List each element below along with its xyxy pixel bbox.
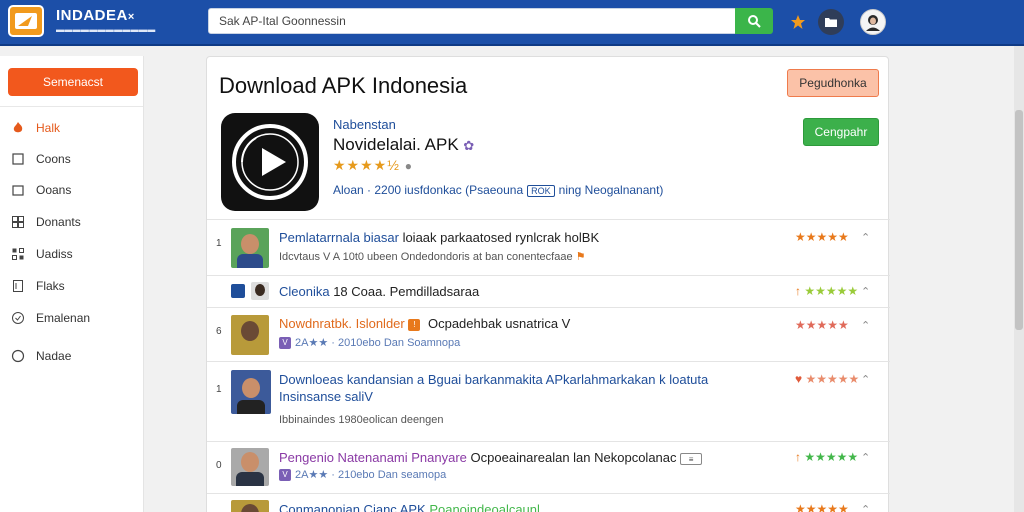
thumbnail bbox=[231, 228, 269, 268]
sidebar-item-label: Ooans bbox=[36, 183, 72, 197]
circle-icon bbox=[10, 348, 26, 364]
row-number: 0 bbox=[216, 460, 222, 471]
chevron-up-icon[interactable]: ⌃ bbox=[861, 319, 870, 332]
scrollbar-thumb[interactable] bbox=[1015, 110, 1023, 330]
sidebar-item-label: Emalenan bbox=[36, 311, 91, 325]
search-button[interactable] bbox=[735, 8, 773, 34]
list-item[interactable]: Conmanonian Cianc APK Poanoindeoalcaunl … bbox=[207, 493, 890, 512]
search-icon bbox=[748, 15, 761, 28]
sidebar-item-label: Flaks bbox=[36, 279, 65, 293]
list-item[interactable]: 0 Pengenio Natenanami Pnanyare Ocpoeaina… bbox=[207, 441, 890, 493]
flag-icon: ⚑ bbox=[575, 251, 586, 263]
list-item[interactable]: Cleonika 18 Coaa. Pemdilladsaraa ↑ ★★★★★… bbox=[207, 275, 890, 307]
chevron-up-icon[interactable]: ⌃ bbox=[861, 373, 870, 386]
document-icon bbox=[10, 278, 26, 294]
sidebar-item-emalenan[interactable]: Emalenan bbox=[10, 308, 90, 328]
square-icon bbox=[10, 182, 26, 198]
row-rating: ★★★★★ bbox=[795, 318, 849, 332]
sidebar-item-coons[interactable]: Coons bbox=[10, 149, 71, 169]
thumbnail bbox=[231, 370, 271, 414]
trend-up-icon: ↑ bbox=[795, 450, 801, 464]
rating-stars: ★★★★½ ● bbox=[333, 157, 414, 173]
star-icon[interactable] bbox=[785, 9, 811, 35]
avatar[interactable] bbox=[860, 9, 886, 35]
row-number: 1 bbox=[216, 238, 222, 249]
row-subtitle: Idcvtaus V A 10t0 ubeen Ondedondoris at … bbox=[279, 251, 586, 263]
row-subtitle: Ibbinaindes 1980eolican deengen bbox=[279, 414, 444, 426]
heart-icon: ♥ bbox=[795, 372, 803, 386]
thumbnail bbox=[231, 448, 269, 486]
row-title[interactable]: Pengenio Natenanami Pnanyare Ocpoeainare… bbox=[279, 450, 706, 465]
v-icon: V bbox=[279, 469, 291, 482]
sidebar-item-label: Donants bbox=[36, 215, 81, 229]
app-meta: Aloan · 2200 iusfdonkac (Psaeouna ROK ning… bbox=[333, 183, 664, 197]
row-number: 1 bbox=[216, 384, 222, 395]
v-icon: V bbox=[279, 337, 291, 350]
sidebar-item-uadiss[interactable]: Uadiss bbox=[10, 244, 73, 264]
search-input[interactable] bbox=[208, 8, 736, 34]
top-action-button[interactable]: Pegudhonka bbox=[787, 69, 879, 97]
thumbnail bbox=[231, 284, 245, 298]
row-rating: ★★★★★ bbox=[795, 502, 849, 512]
sidebar-item-donants[interactable]: Donants bbox=[10, 212, 81, 232]
chevron-up-icon[interactable]: ⌃ bbox=[861, 285, 870, 298]
thumbnail bbox=[231, 315, 269, 355]
sidebar-item-label: Coons bbox=[36, 152, 71, 166]
page-title: Download APK Indonesia bbox=[219, 73, 468, 98]
list-item[interactable]: 6 Nowdnratbk. Islonlder ! Ocpadehbak usn… bbox=[207, 307, 890, 361]
flame-icon bbox=[10, 120, 26, 136]
row-rating: ↑ ★★★★★ bbox=[795, 450, 859, 464]
row-subtitle: V 2A★★ · 210ebo Dan seamopa bbox=[279, 468, 446, 482]
trend-up-icon: ↑ bbox=[795, 284, 801, 298]
divider bbox=[0, 106, 143, 107]
app-name: Novidelalai. APK ✿ bbox=[333, 135, 475, 154]
sidebar-item-flaks[interactable]: Flaks bbox=[10, 276, 65, 296]
grid-icon bbox=[10, 214, 26, 230]
square-icon bbox=[10, 151, 26, 167]
developer-name[interactable]: Nabenstan bbox=[333, 117, 396, 132]
info-icon[interactable]: ● bbox=[405, 159, 413, 173]
row-subtitle: V 2A★★ · 2010ebo Dan Soamnopa bbox=[279, 336, 460, 350]
apps-icon bbox=[10, 246, 26, 262]
list-item[interactable]: 1 Downloeas kandansian a Bguai barkanmak… bbox=[207, 361, 890, 441]
row-title[interactable]: Conmanonian Cianc APK Poanoindeoalcaunl bbox=[279, 502, 540, 512]
row-rating: ↑ ★★★★★ bbox=[795, 284, 859, 298]
avatar bbox=[251, 282, 269, 300]
sidebar-item-label: Uadiss bbox=[36, 247, 73, 261]
top-bar: INDADEA× ▬▬▬▬▬▬▬▬▬▬▬▬ bbox=[0, 0, 1024, 46]
row-title[interactable]: Nowdnratbk. Islonlder ! Ocpadehbak usnat… bbox=[279, 316, 570, 331]
row-rating: ♥ ★★★★★ bbox=[795, 372, 860, 386]
check-circle-icon bbox=[10, 310, 26, 326]
sidebar-primary-button[interactable]: Semenacst bbox=[8, 68, 138, 96]
meta-tag: ROK bbox=[527, 185, 555, 197]
row-title[interactable]: Downloeas kandansian a Bguai barkanmakit… bbox=[279, 372, 708, 387]
tag-icon: ! bbox=[408, 318, 421, 331]
row-title[interactable]: Pemlatarrnala biasar loiaak parkaatosed … bbox=[279, 230, 599, 245]
logo-icon[interactable] bbox=[8, 5, 44, 37]
row-title[interactable]: Cleonika 18 Coaa. Pemdilladsaraa bbox=[279, 284, 479, 299]
chevron-up-icon[interactable]: ⌃ bbox=[861, 231, 870, 244]
sidebar-item-label: Nadae bbox=[36, 349, 72, 363]
chevron-up-icon[interactable]: ⌃ bbox=[861, 503, 870, 512]
thumbnail bbox=[231, 500, 269, 512]
list-item[interactable]: 1 Pemlatarrnala biasar loiaak parkaatose… bbox=[207, 219, 890, 275]
chevron-up-icon[interactable]: ⌃ bbox=[861, 451, 870, 464]
app-detail-card: Download APK Indonesia Pegudhonka Nabens… bbox=[206, 56, 890, 512]
folder-icon[interactable] bbox=[818, 9, 844, 35]
sidebar-item-label: Halk bbox=[36, 121, 61, 135]
brand-name[interactable]: INDADEA× bbox=[56, 8, 135, 25]
sidebar-item-ooans[interactable]: Ooans bbox=[10, 180, 71, 200]
app-icon bbox=[221, 113, 319, 211]
sidebar: Semenacst Halk Coons Ooans Donants Uadis… bbox=[0, 56, 144, 512]
brand-tagline: ▬▬▬▬▬▬▬▬▬▬▬▬ bbox=[56, 25, 156, 34]
install-button[interactable]: Cengpahr bbox=[803, 118, 879, 146]
sidebar-item-halk[interactable]: Halk bbox=[10, 118, 60, 138]
sidebar-item-nadae[interactable]: Nadae bbox=[10, 346, 71, 366]
row-number: 6 bbox=[216, 326, 222, 337]
row-title-line2[interactable]: Insinsanse saliV bbox=[279, 389, 373, 404]
badge-icon: ✿ bbox=[463, 138, 475, 153]
tag-icon: ≡ bbox=[680, 452, 703, 465]
row-rating: ★★★★★ bbox=[795, 230, 849, 244]
